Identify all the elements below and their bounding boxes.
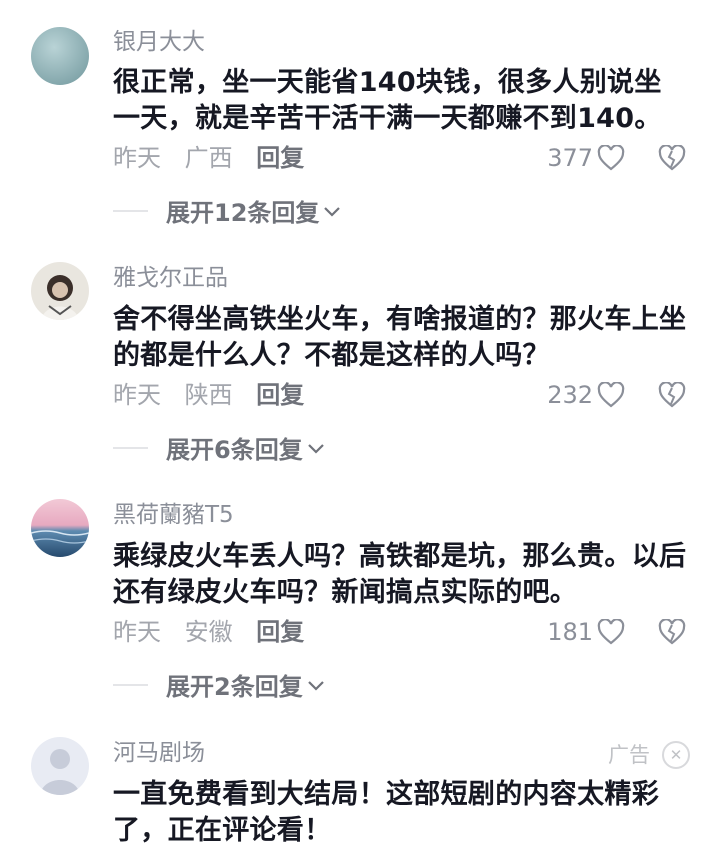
like-button[interactable]: 377 bbox=[547, 143, 625, 173]
comment-username[interactable]: 黑荷蘭豬T5 bbox=[113, 500, 234, 530]
comment-time: 昨天 bbox=[113, 618, 161, 646]
comment-username[interactable]: 银月大大 bbox=[113, 27, 205, 57]
avatar[interactable] bbox=[31, 262, 89, 320]
expand-replies[interactable]: 展开6条回复 bbox=[113, 430, 327, 465]
dislike-button[interactable] bbox=[658, 381, 686, 412]
broken-heart-icon bbox=[658, 618, 686, 645]
reply-button[interactable]: 回复 bbox=[256, 381, 304, 409]
divider bbox=[113, 209, 148, 212]
like-count: 232 bbox=[547, 381, 593, 409]
expand-replies-label: 展开2条回复 bbox=[166, 673, 303, 701]
comment-time: 昨天 bbox=[113, 381, 161, 409]
divider bbox=[113, 446, 148, 449]
comment-text: 舍不得坐高铁坐火车，有啥报道的？那火车上坐的都是什么人？不都是这样的人吗？ bbox=[113, 304, 687, 371]
comment-location: 陕西 bbox=[184, 381, 233, 409]
ad-label: 广告 bbox=[608, 743, 650, 767]
chevron-down-icon bbox=[307, 680, 324, 691]
like-button[interactable]: 181 bbox=[547, 617, 625, 647]
like-count: 377 bbox=[547, 144, 593, 172]
comment-time: 昨天 bbox=[113, 144, 161, 172]
like-button[interactable]: 232 bbox=[547, 380, 625, 410]
comment-text: 一直免费看到大结局！这部短剧的内容太精彩了，正在评论看！ bbox=[113, 779, 659, 846]
comment-location: 安徽 bbox=[184, 618, 233, 646]
expand-replies-label: 展开12条回复 bbox=[166, 199, 320, 227]
chevron-down-icon bbox=[324, 206, 341, 217]
comment-meta: 昨天 安徽 回复 bbox=[113, 617, 320, 647]
close-icon[interactable]: ✕ bbox=[662, 741, 690, 769]
comment-meta: 昨天 陕西 回复 bbox=[113, 380, 320, 410]
comment-username[interactable]: 雅戈尔正品 bbox=[113, 263, 228, 293]
broken-heart-icon bbox=[658, 144, 686, 171]
divider bbox=[113, 683, 148, 686]
broken-heart-icon bbox=[658, 381, 686, 408]
comment-text: 乘绿皮火车丢人吗？高铁都是坑，那么贵。以后还有绿皮火车吗？新闻搞点实际的吧。 bbox=[113, 541, 687, 608]
comment-text: 很正常，坐一天能省140块钱，很多人别说坐一天，就是辛苦干活干满一天都赚不到14… bbox=[113, 67, 662, 134]
comment-location: 广西 bbox=[184, 144, 233, 172]
expand-replies-label: 展开6条回复 bbox=[166, 436, 303, 464]
comment-username[interactable]: 河马剧场 bbox=[113, 738, 205, 768]
avatar[interactable] bbox=[31, 499, 89, 557]
reply-button[interactable]: 回复 bbox=[256, 618, 304, 646]
heart-outline-icon bbox=[597, 145, 625, 171]
comment-meta: 昨天 广西 回复 bbox=[113, 143, 320, 173]
heart-outline-icon bbox=[597, 382, 625, 408]
like-count: 181 bbox=[547, 618, 593, 646]
heart-outline-icon bbox=[597, 619, 625, 645]
avatar[interactable] bbox=[31, 737, 89, 795]
avatar[interactable] bbox=[31, 27, 89, 85]
dislike-button[interactable] bbox=[658, 618, 686, 649]
expand-replies[interactable]: 展开2条回复 bbox=[113, 667, 327, 702]
dislike-button[interactable] bbox=[658, 144, 686, 175]
expand-replies[interactable]: 展开12条回复 bbox=[113, 193, 343, 228]
chevron-down-icon bbox=[307, 443, 324, 454]
reply-button[interactable]: 回复 bbox=[256, 144, 304, 172]
